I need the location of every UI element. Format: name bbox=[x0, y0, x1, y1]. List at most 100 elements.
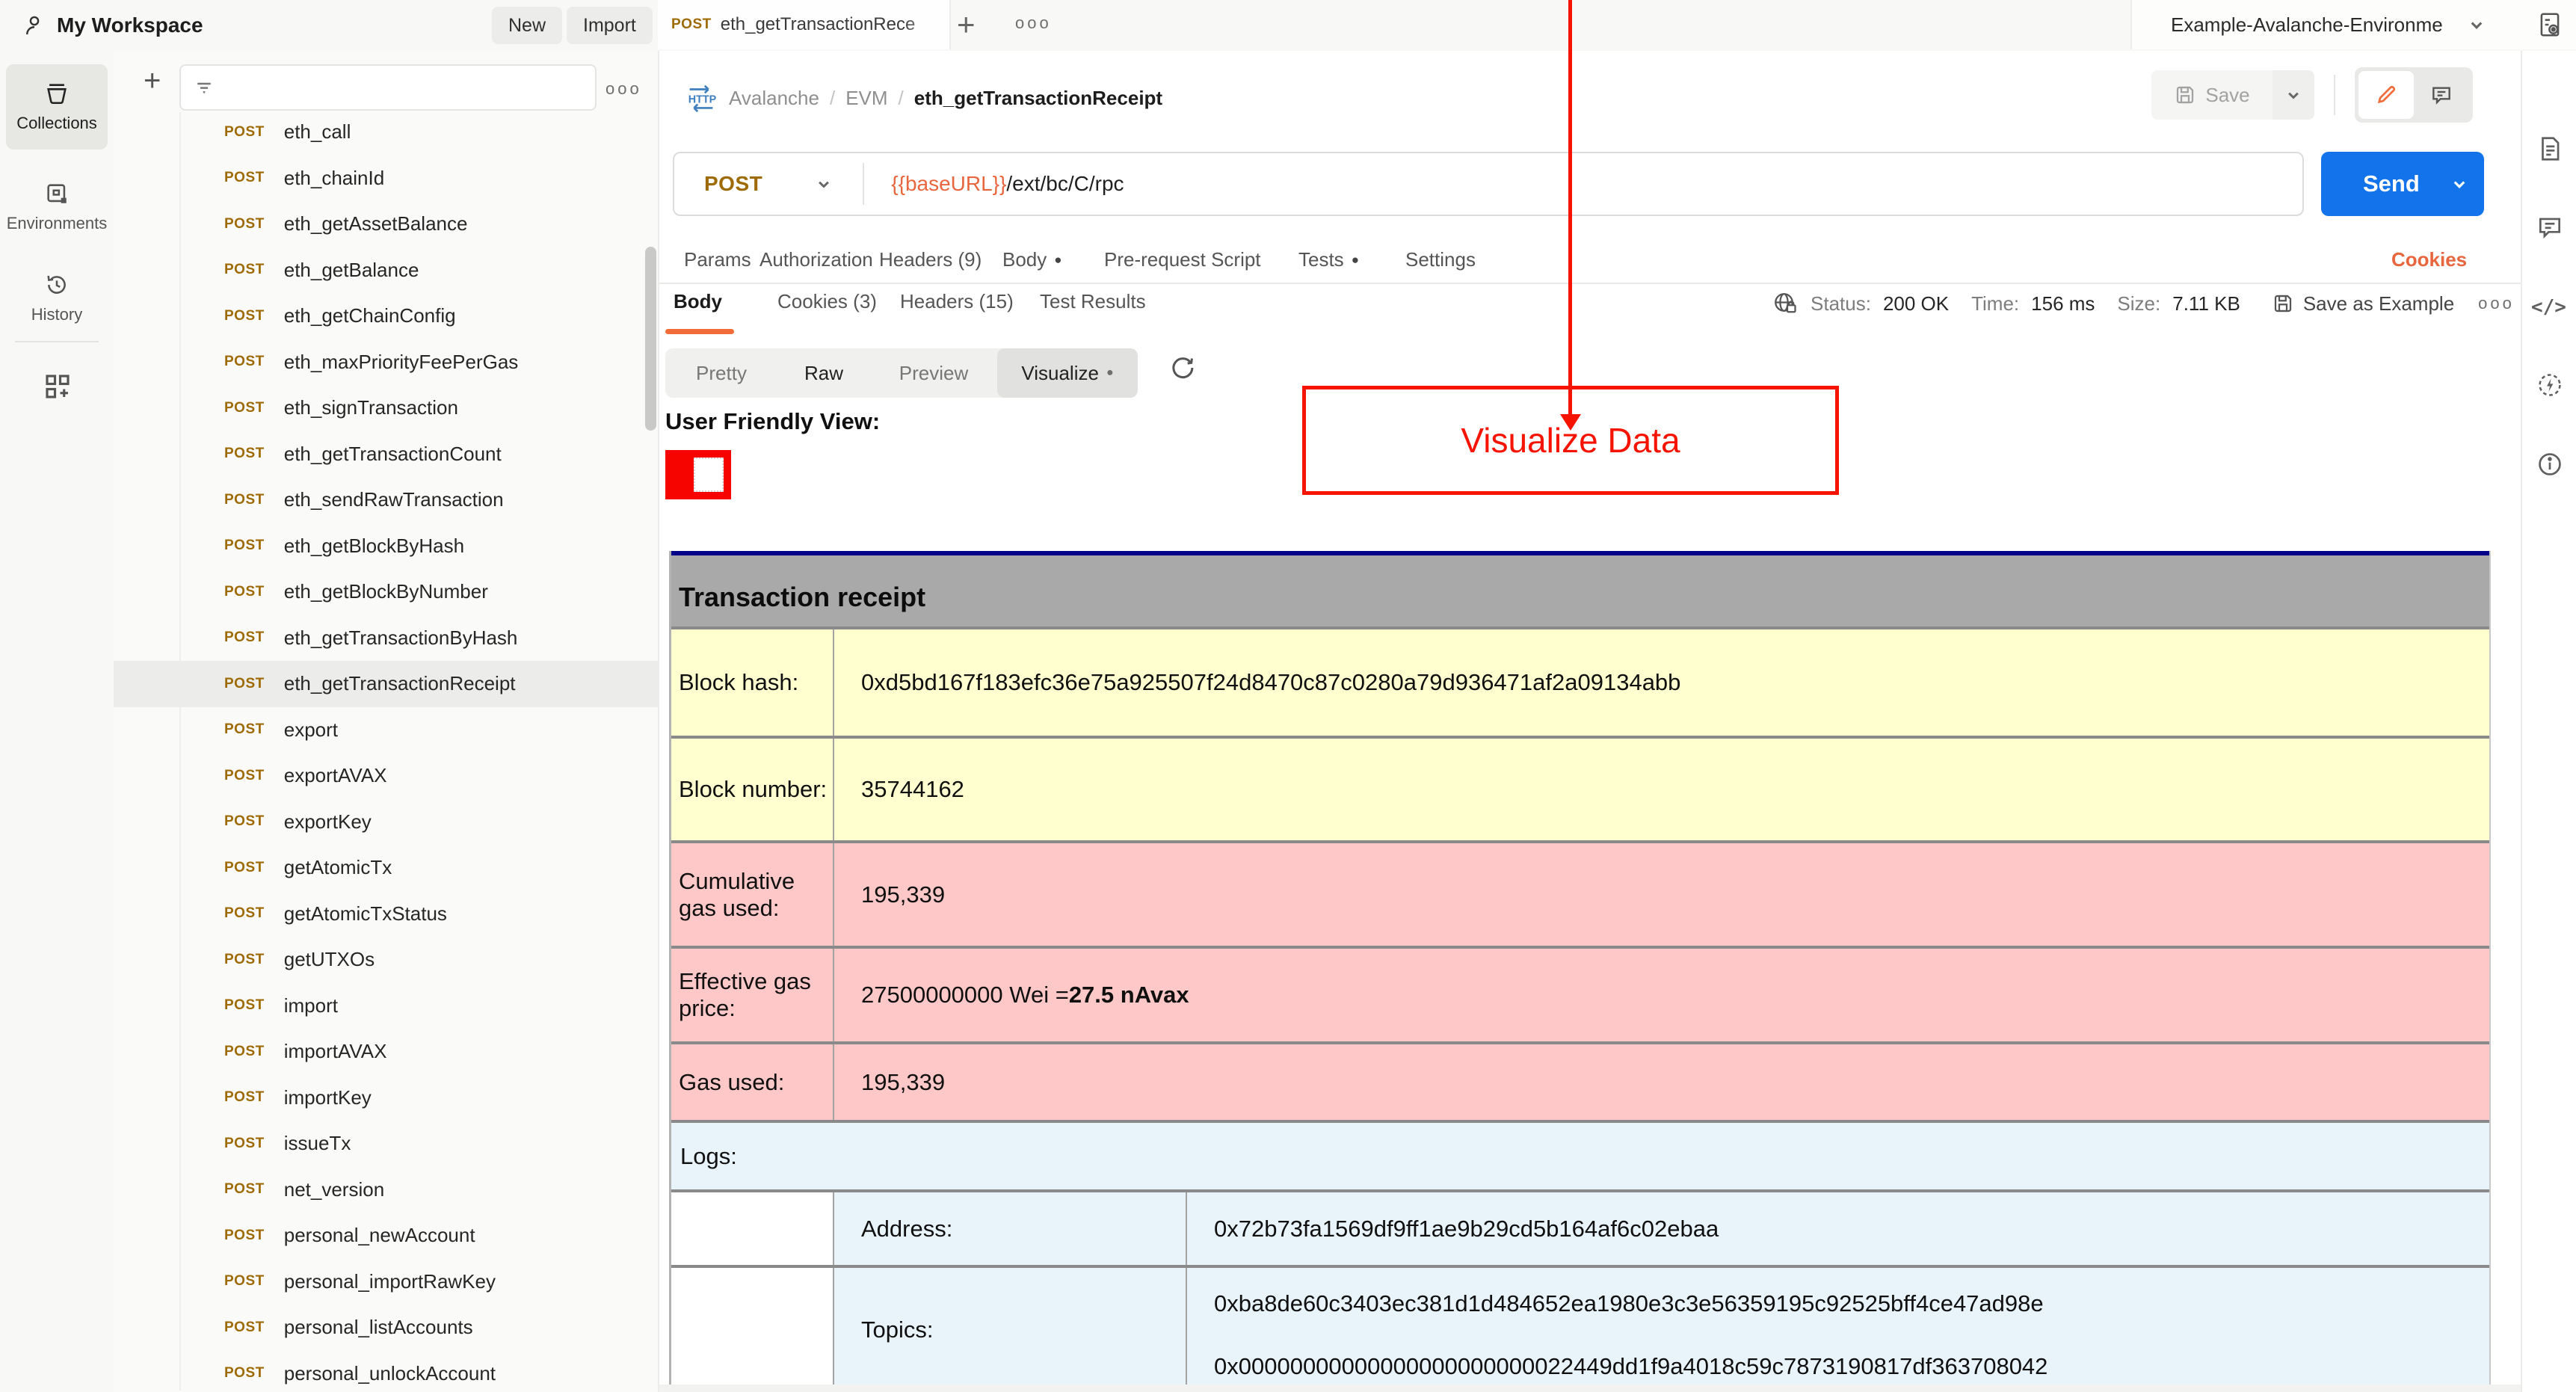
environment-quick-look-icon[interactable] bbox=[2536, 10, 2564, 39]
request-tab-strip: POST eth_getTransactionRece + ooo bbox=[658, 0, 2130, 51]
postbot-lightning-icon[interactable] bbox=[2536, 371, 2564, 399]
cookies-link[interactable]: Cookies bbox=[2391, 238, 2467, 281]
sidebar-request-item[interactable]: POST net_version bbox=[114, 1167, 658, 1213]
time-value[interactable]: 156 ms bbox=[2031, 292, 2095, 315]
sidebar-item-history[interactable]: History bbox=[6, 259, 108, 338]
code-icon[interactable]: </> bbox=[2531, 296, 2566, 318]
save-as-example-button[interactable]: Save as Example bbox=[2272, 292, 2454, 315]
workspace-title[interactable]: My Workspace bbox=[57, 0, 203, 51]
table-row: Block number: 35744162 bbox=[671, 739, 2489, 843]
response-tab-cookies[interactable]: Cookies (3) bbox=[777, 290, 877, 313]
method-badge: POST bbox=[224, 675, 265, 692]
request-name: exportKey bbox=[283, 810, 372, 833]
left-icon-rail: Collections Environments History bbox=[0, 51, 115, 1392]
view-visualize[interactable]: Visualize ● bbox=[997, 348, 1138, 398]
url-input[interactable]: {{baseURL}}/ext/bc/C/rpc bbox=[891, 172, 1124, 196]
sidebar-request-item[interactable]: POST importAVAX bbox=[114, 1029, 658, 1075]
edit-mode-button[interactable] bbox=[2358, 71, 2414, 119]
tab-params[interactable]: Params bbox=[684, 238, 751, 281]
sidebar-options-icon[interactable]: ooo bbox=[606, 79, 642, 99]
send-button[interactable]: Send bbox=[2321, 152, 2484, 216]
send-options-chevron-icon[interactable] bbox=[2448, 173, 2471, 195]
tab-tests[interactable]: Tests ● bbox=[1298, 238, 1359, 281]
sidebar-item-environments[interactable]: Environments bbox=[6, 164, 108, 250]
size-value[interactable]: 7.11 KB bbox=[2172, 292, 2240, 315]
environment-selector[interactable]: Example-Avalanche-Environme bbox=[2171, 13, 2443, 37]
view-pretty[interactable]: Pretty bbox=[665, 348, 777, 398]
save-button[interactable]: Save bbox=[2151, 70, 2273, 120]
method-badge: POST bbox=[224, 354, 265, 370]
view-preview[interactable]: Preview bbox=[870, 348, 997, 398]
sidebar-request-item[interactable]: POST eth_signTransaction bbox=[114, 385, 658, 431]
sidebar-request-item[interactable]: POST eth_getTransactionReceipt bbox=[114, 661, 658, 707]
sidebar-request-item[interactable]: POST eth_getBlockByHash bbox=[114, 523, 658, 570]
tab-body[interactable]: Body ● bbox=[1002, 238, 1062, 281]
comments-icon[interactable] bbox=[2536, 213, 2564, 241]
tab-options-icon[interactable]: ooo bbox=[1015, 13, 1052, 33]
tab-headers[interactable]: Headers (9) bbox=[879, 238, 982, 281]
sidebar-request-item[interactable]: POST export bbox=[114, 707, 658, 754]
import-button[interactable]: Import bbox=[567, 7, 653, 44]
breadcrumb-collection[interactable]: Avalanche bbox=[729, 87, 819, 110]
row-value: 35744162 bbox=[861, 776, 964, 802]
sidebar-request-item[interactable]: POST personal_unlockAccount bbox=[114, 1351, 658, 1392]
network-globe-icon[interactable] bbox=[1772, 290, 1799, 317]
sidebar-request-item[interactable]: POST eth_getChainConfig bbox=[114, 293, 658, 339]
sidebar-request-item[interactable]: POST personal_newAccount bbox=[114, 1213, 658, 1259]
sidebar-request-item[interactable]: POST issueTx bbox=[114, 1121, 658, 1167]
tab-settings[interactable]: Settings bbox=[1405, 238, 1476, 281]
response-options-icon[interactable]: ooo bbox=[2478, 294, 2515, 313]
response-tab-body[interactable]: Body bbox=[674, 290, 722, 313]
logs-section-label: Logs: bbox=[671, 1123, 2489, 1192]
response-tab-test-results[interactable]: Test Results bbox=[1040, 290, 1146, 313]
chevron-down-icon[interactable] bbox=[813, 173, 834, 194]
view-raw[interactable]: Raw bbox=[777, 348, 870, 398]
tab-prerequest-script[interactable]: Pre-request Script bbox=[1104, 238, 1261, 281]
info-icon[interactable] bbox=[2536, 450, 2564, 478]
sidebar-request-item[interactable]: POST eth_getTransactionCount bbox=[114, 431, 658, 478]
user-avatar-icon[interactable] bbox=[21, 12, 48, 39]
method-badge: POST bbox=[224, 1043, 265, 1059]
sidebar-request-item[interactable]: POST eth_getBalance bbox=[114, 247, 658, 294]
sidebar-request-item[interactable]: POST eth_chainId bbox=[114, 155, 658, 202]
request-name: getUTXOs bbox=[283, 948, 375, 971]
sidebar-request-item[interactable]: POST getUTXOs bbox=[114, 937, 658, 983]
refresh-icon[interactable] bbox=[1168, 353, 1198, 383]
breadcrumb-folder[interactable]: EVM bbox=[845, 87, 887, 110]
sidebar-request-item[interactable]: POST eth_call bbox=[114, 109, 658, 155]
documentation-icon[interactable] bbox=[2536, 135, 2564, 163]
add-request-button[interactable]: + bbox=[144, 66, 161, 96]
chevron-down-icon[interactable] bbox=[2465, 13, 2488, 36]
more-tools-icon[interactable] bbox=[42, 371, 73, 402]
new-tab-button[interactable]: + bbox=[957, 9, 976, 40]
sidebar-request-item[interactable]: POST exportKey bbox=[114, 799, 658, 846]
request-name: eth_call bbox=[283, 120, 351, 144]
comment-mode-button[interactable] bbox=[2414, 71, 2469, 119]
sidebar-scrollbar-thumb[interactable] bbox=[645, 247, 656, 431]
open-request-tab[interactable]: POST eth_getTransactionRece bbox=[658, 0, 951, 49]
rail-label: Environments bbox=[6, 214, 108, 232]
sidebar-request-item[interactable]: POST personal_importRawKey bbox=[114, 1259, 658, 1305]
status-value[interactable]: 200 OK bbox=[1883, 292, 1949, 315]
sidebar-request-item[interactable]: POST import bbox=[114, 983, 658, 1029]
save-options-button[interactable] bbox=[2273, 70, 2314, 120]
response-tab-headers[interactable]: Headers (15) bbox=[900, 290, 1014, 313]
log-index-cell bbox=[671, 1268, 834, 1392]
sidebar-request-item[interactable]: POST personal_listAccounts bbox=[114, 1305, 658, 1351]
tab-authorization[interactable]: Authorization bbox=[759, 238, 873, 281]
method-selector[interactable]: POST bbox=[704, 172, 762, 196]
new-button[interactable]: New bbox=[492, 7, 563, 44]
sidebar-filter-input[interactable] bbox=[179, 64, 597, 111]
sidebar-request-item[interactable]: POST getAtomicTx bbox=[114, 845, 658, 891]
sidebar-request-item[interactable]: POST eth_getAssetBalance bbox=[114, 201, 658, 247]
sidebar-request-item[interactable]: POST eth_sendRawTransaction bbox=[114, 477, 658, 523]
sidebar-request-item[interactable]: POST eth_maxPriorityFeePerGas bbox=[114, 339, 658, 386]
sidebar-item-collections[interactable]: Collections bbox=[6, 64, 108, 150]
sidebar-request-item[interactable]: POST importKey bbox=[114, 1075, 658, 1121]
sidebar-request-item[interactable]: POST eth_getBlockByNumber bbox=[114, 569, 658, 615]
sidebar-request-item[interactable]: POST eth_getTransactionByHash bbox=[114, 615, 658, 662]
mode-toggle-group bbox=[2355, 67, 2473, 123]
sidebar-request-item[interactable]: POST exportAVAX bbox=[114, 753, 658, 799]
sidebar-request-item[interactable]: POST getAtomicTxStatus bbox=[114, 891, 658, 937]
visualizer-checkbox[interactable] bbox=[694, 458, 724, 492]
